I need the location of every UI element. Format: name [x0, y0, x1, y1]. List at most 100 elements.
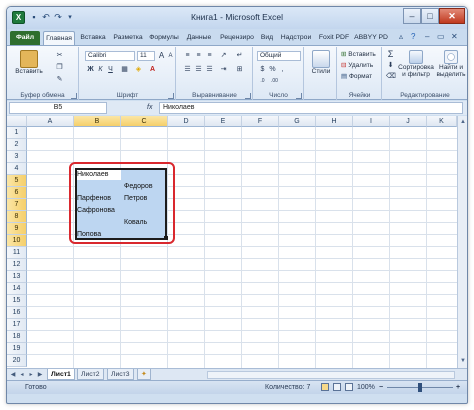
next-sheet-icon[interactable]: ▸	[27, 371, 35, 379]
row-header-1[interactable]: 1	[7, 127, 27, 139]
align-center-icon[interactable]: ☰	[194, 65, 203, 74]
row-header-16[interactable]: 16	[7, 307, 27, 319]
shrink-font-icon[interactable]: A	[166, 52, 175, 61]
font-launcher-icon[interactable]	[168, 93, 174, 99]
align-right-icon[interactable]: ☰	[205, 65, 214, 74]
tab-insert[interactable]: Вставка	[77, 31, 109, 45]
borders-icon[interactable]: ▦	[120, 65, 129, 74]
clear-icon[interactable]: ⌫	[386, 72, 396, 81]
horizontal-scrollbar[interactable]	[207, 371, 455, 379]
column-header-e[interactable]: E	[205, 116, 242, 127]
thousands-icon[interactable]: ,	[278, 65, 287, 74]
row-header-20[interactable]: 20	[7, 355, 27, 367]
font-size-select[interactable]: 11	[137, 51, 155, 61]
scroll-up-icon[interactable]: ▲	[458, 117, 467, 127]
tab-home[interactable]: Главная	[43, 31, 75, 45]
row-header-12[interactable]: 12	[7, 259, 27, 271]
name-box[interactable]: B5	[9, 102, 107, 114]
bold-button[interactable]: Ж	[86, 65, 95, 74]
underline-button[interactable]: Ч	[106, 65, 115, 74]
row-header-9[interactable]: 9	[7, 223, 27, 235]
zoom-out-icon[interactable]: −	[379, 381, 383, 394]
row-header-11[interactable]: 11	[7, 247, 27, 259]
scroll-down-icon[interactable]: ▼	[458, 356, 467, 366]
decrease-decimal-icon[interactable]: .00	[270, 77, 279, 86]
help-icon[interactable]: ?	[411, 32, 415, 41]
autosum-button[interactable]: Σ	[386, 50, 395, 59]
column-header-k[interactable]: K	[427, 116, 457, 127]
tab-data[interactable]: Данные	[183, 31, 215, 45]
last-sheet-icon[interactable]: ▶	[36, 371, 44, 379]
percent-icon[interactable]: %	[268, 65, 277, 74]
zoom-level[interactable]: 100%	[357, 381, 375, 394]
column-header-j[interactable]: J	[390, 116, 427, 127]
column-header-a[interactable]: A	[27, 116, 74, 127]
find-select-button[interactable]: Найти и выделить	[435, 50, 467, 78]
tab-page-layout[interactable]: Разметка	[111, 31, 145, 45]
row-header-4[interactable]: 4	[7, 163, 27, 175]
italic-button[interactable]: К	[96, 65, 105, 74]
merge-center-icon[interactable]: ⊞	[235, 65, 244, 74]
row-header-5[interactable]: 5	[7, 175, 27, 187]
zoom-in-icon[interactable]: +	[456, 381, 460, 394]
format-painter-icon[interactable]: ✎	[55, 75, 64, 84]
doc-minimize-icon[interactable]: –	[425, 32, 429, 41]
styles-button[interactable]: Стили	[307, 50, 335, 75]
maximize-button[interactable]: □	[421, 8, 439, 24]
indent-icon[interactable]: ⇥	[219, 65, 228, 74]
cut-icon[interactable]: ✂	[55, 51, 64, 60]
tab-abbyy-pdf[interactable]: ABBYY PD	[353, 31, 389, 45]
tab-view[interactable]: Вид	[259, 31, 275, 45]
orientation-icon[interactable]: ↗	[219, 51, 228, 60]
row-header-2[interactable]: 2	[7, 139, 27, 151]
row-header-18[interactable]: 18	[7, 331, 27, 343]
tab-review[interactable]: Рецензиро	[217, 31, 257, 45]
clipboard-launcher-icon[interactable]	[71, 93, 77, 99]
column-header-b[interactable]: B	[74, 116, 121, 127]
increase-decimal-icon[interactable]: .0	[258, 77, 267, 86]
row-header-10[interactable]: 10	[7, 235, 27, 247]
zoom-slider-thumb[interactable]	[418, 383, 422, 392]
number-format-select[interactable]: Общий	[257, 51, 301, 61]
tab-file[interactable]: Файл	[10, 31, 40, 45]
copy-icon[interactable]: ❐	[55, 63, 64, 72]
minimize-button[interactable]: –	[403, 8, 421, 24]
format-cells-button[interactable]: ▤ Формат	[341, 72, 372, 81]
tab-foxit-pdf[interactable]: Foxit PDF	[317, 31, 351, 45]
font-color-icon[interactable]: A	[148, 65, 157, 74]
close-button[interactable]: ✕	[439, 8, 465, 24]
doc-restore-icon[interactable]: ▭	[437, 32, 445, 41]
insert-sheet-icon[interactable]: ✦	[137, 369, 151, 380]
column-header-i[interactable]: I	[353, 116, 390, 127]
page-break-view-icon[interactable]	[345, 383, 353, 391]
font-name-select[interactable]: Calibri	[85, 51, 135, 61]
wrap-text-icon[interactable]: ↵	[235, 51, 244, 60]
insert-cells-button[interactable]: ⊞ Вставить	[341, 50, 376, 59]
tab-addins[interactable]: Надстрои	[277, 31, 315, 45]
normal-view-icon[interactable]	[321, 383, 329, 391]
sheet-tab-2[interactable]: Лист2	[77, 369, 104, 380]
column-header-d[interactable]: D	[168, 116, 205, 127]
column-header-g[interactable]: G	[279, 116, 316, 127]
fill-color-icon[interactable]: ◈	[134, 65, 143, 74]
row-header-17[interactable]: 17	[7, 319, 27, 331]
sheet-tab-3[interactable]: Лист3	[107, 369, 134, 380]
number-launcher-icon[interactable]	[296, 93, 302, 99]
align-bottom-icon[interactable]: ≡	[205, 51, 214, 60]
align-left-icon[interactable]: ☰	[183, 65, 192, 74]
formula-input[interactable]: Николаев	[159, 102, 463, 114]
sheet-tab-1[interactable]: Лист1	[47, 369, 75, 380]
column-header-h[interactable]: H	[316, 116, 353, 127]
column-header-c[interactable]: C	[121, 116, 168, 127]
row-header-19[interactable]: 19	[7, 343, 27, 355]
delete-cells-button[interactable]: ⊟ Удалить	[341, 61, 373, 70]
row-header-14[interactable]: 14	[7, 283, 27, 295]
fill-icon[interactable]: ⬇	[386, 61, 395, 70]
row-header-15[interactable]: 15	[7, 295, 27, 307]
doc-close-icon[interactable]: ✕	[451, 32, 458, 41]
grow-font-icon[interactable]: A	[157, 51, 166, 60]
prev-sheet-icon[interactable]: ◂	[18, 371, 26, 379]
row-header-13[interactable]: 13	[7, 271, 27, 283]
first-sheet-icon[interactable]: ◀	[9, 371, 17, 379]
currency-icon[interactable]: $	[258, 65, 267, 74]
